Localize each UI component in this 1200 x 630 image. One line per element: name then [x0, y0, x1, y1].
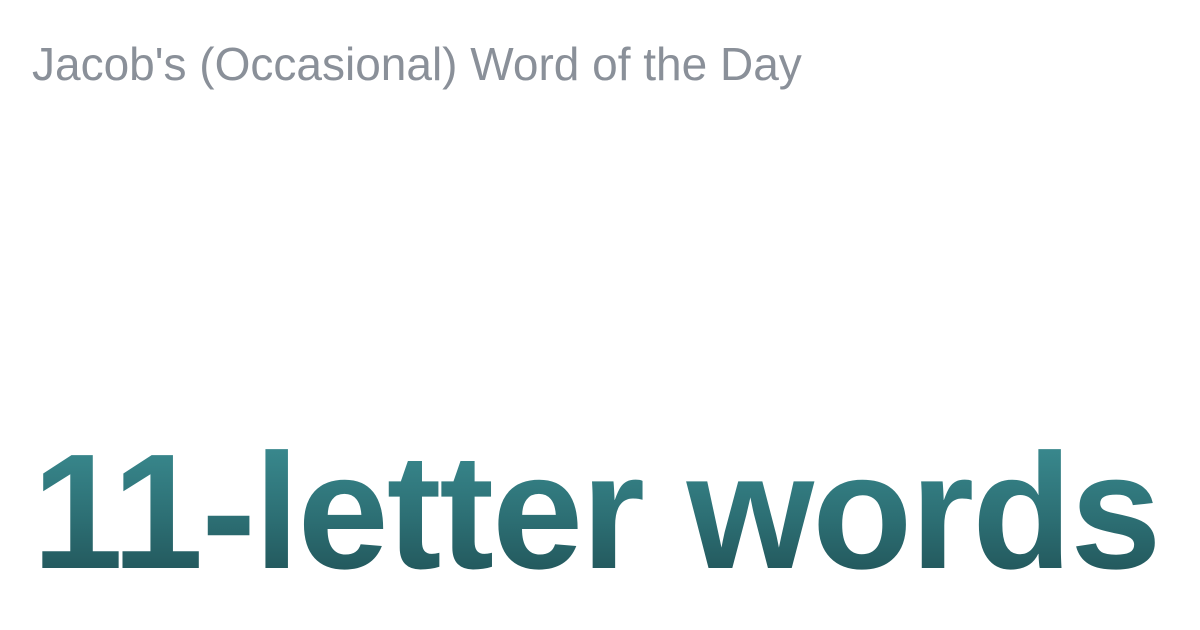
site-title: Jacob's (Occasional) Word of the Day — [32, 38, 802, 90]
social-card: Jacob's (Occasional) Word of the Day 11-… — [0, 0, 1200, 630]
post-headline: 11-letter words — [32, 420, 1162, 603]
